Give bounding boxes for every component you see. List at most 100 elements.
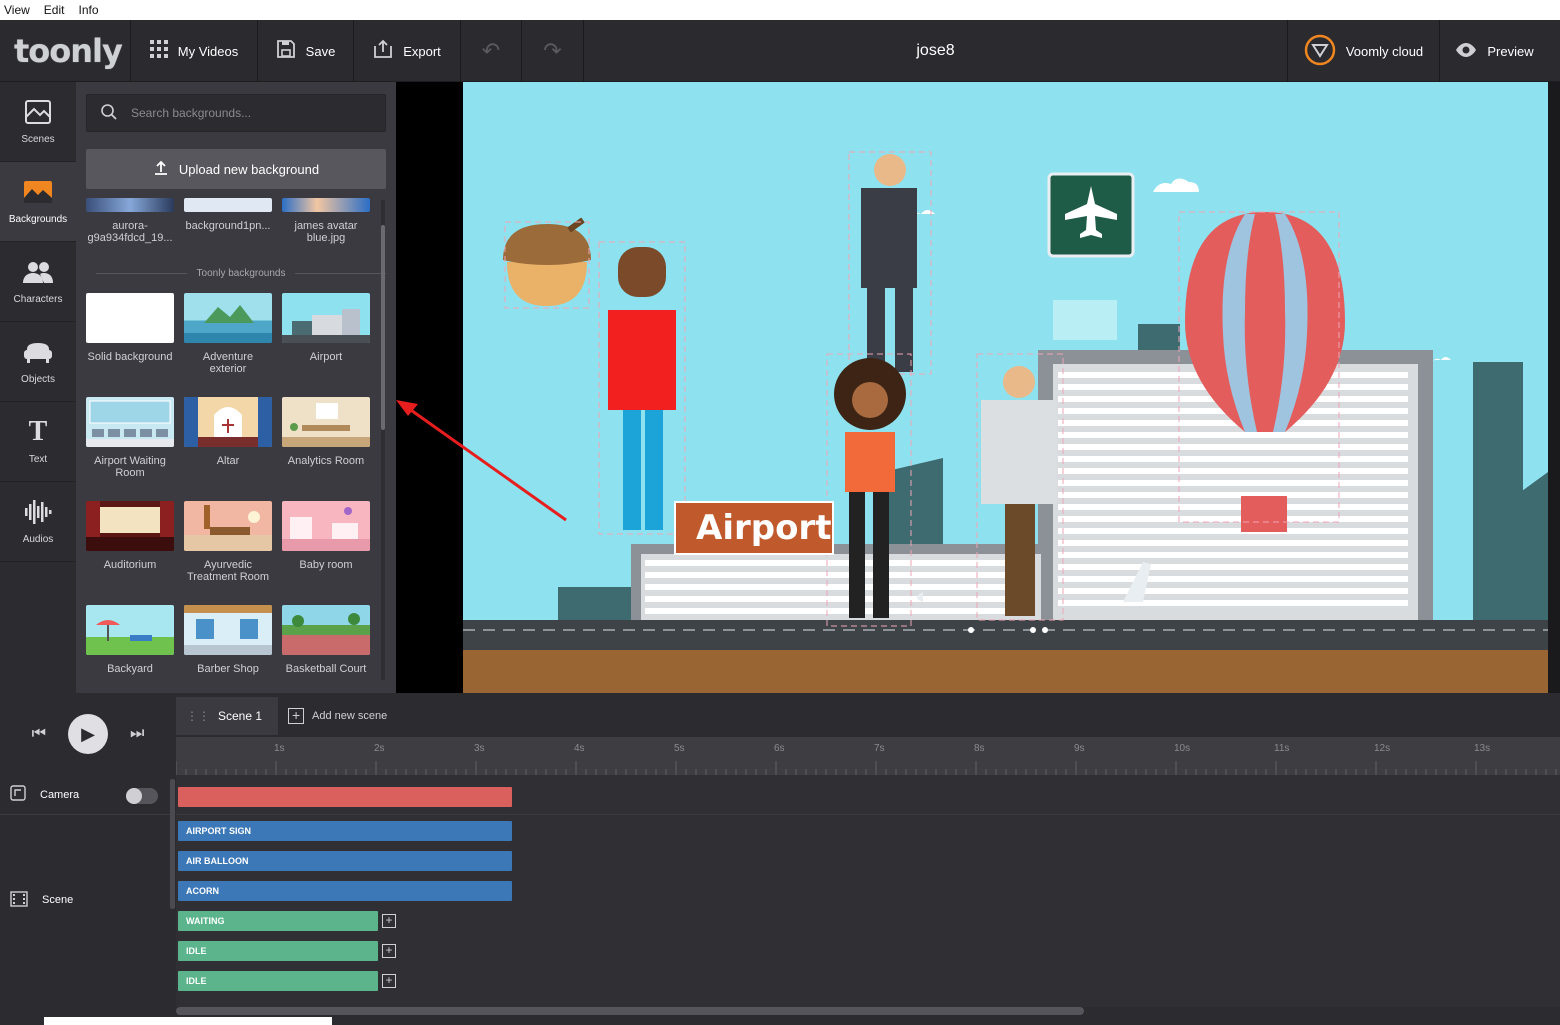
background-label: Altar xyxy=(216,455,240,467)
audios-icon xyxy=(23,498,53,526)
uploaded-item[interactable]: james avatar blue.jpg xyxy=(282,198,370,244)
project-title[interactable]: jose8 xyxy=(583,20,1287,82)
background-label: Basketball Court xyxy=(285,663,367,675)
camera-toggle[interactable] xyxy=(126,788,158,804)
film-icon xyxy=(10,890,28,910)
track-clip[interactable]: AIR BALLOON xyxy=(178,851,512,871)
background-item[interactable]: Baby room xyxy=(282,501,370,571)
uploaded-item[interactable]: aurora- g9a934fdcd_19... xyxy=(86,198,174,244)
background-item[interactable]: Ayurvedic Treatment Room xyxy=(184,501,272,583)
search-icon xyxy=(101,103,117,123)
background-item[interactable]: Adventure exterior xyxy=(184,293,272,375)
track-clip[interactable]: WAITING xyxy=(178,911,378,931)
track-clip[interactable]: AIRPORT SIGN xyxy=(178,821,512,841)
search-backgrounds[interactable]: Search backgrounds... xyxy=(86,94,386,132)
background-label: Solid background xyxy=(87,351,173,363)
sidebar-item-backgrounds[interactable]: Backgrounds xyxy=(0,162,76,242)
preview-button[interactable]: Preview xyxy=(1439,20,1549,82)
background-label: Backyard xyxy=(107,663,153,675)
background-item[interactable]: Airport Waiting Room xyxy=(86,397,174,479)
voomly-cloud-button[interactable]: Voomly cloud xyxy=(1287,20,1439,82)
sidebar-item-audios[interactable]: Audios xyxy=(0,482,76,562)
time-ruler[interactable]: 1s 2s 3s 4s 5s 6s 7s 8s 9s 10s 11s 12s 13s xyxy=(176,737,1560,775)
background-item[interactable]: Auditorium xyxy=(86,501,174,571)
add-scene-label: Add new scene xyxy=(312,710,388,722)
sidebar-label-objects: Objects xyxy=(21,374,55,385)
timeline-scrollbar[interactable] xyxy=(176,1007,1084,1015)
background-item[interactable]: Airport xyxy=(282,293,370,363)
camera-label: Camera xyxy=(40,788,80,801)
track-clip[interactable]: ACORN xyxy=(178,881,512,901)
sidebar-item-scenes[interactable]: Scenes xyxy=(0,82,76,162)
scene-canvas[interactable]: Airport xyxy=(463,82,1548,693)
background-label: Auditorium xyxy=(103,559,157,571)
track-labels: Camera Scene xyxy=(0,775,170,985)
background-label: Analytics Room xyxy=(287,455,365,467)
skip-forward-icon[interactable]: ⏭ xyxy=(130,725,144,743)
panel-scrollbar-thumb[interactable] xyxy=(381,225,385,430)
scene-illustration xyxy=(463,151,1548,693)
sidebar-item-objects[interactable]: Objects xyxy=(0,322,76,402)
background-item[interactable]: Analytics Room xyxy=(282,397,370,467)
play-button[interactable]: ▶ xyxy=(68,714,108,754)
sidebar-label-characters: Characters xyxy=(13,294,63,305)
track-clip[interactable]: IDLE xyxy=(178,971,378,991)
scene-track-label: Scene xyxy=(0,815,170,985)
undo-icon: ↶ xyxy=(481,38,501,63)
ruler-tick-label: 5s xyxy=(674,743,685,754)
background-thumb xyxy=(86,605,174,655)
add-scene-button[interactable]: + Add new scene xyxy=(278,697,403,735)
redo-icon: ↷ xyxy=(543,38,562,63)
menu-view[interactable]: View xyxy=(4,3,30,17)
airport-sign-text[interactable]: Airport xyxy=(696,508,831,548)
my-videos-button[interactable]: My Videos xyxy=(130,20,257,82)
redo-button[interactable]: ↷ xyxy=(521,20,583,82)
background-thumb xyxy=(184,397,272,447)
tab-scene-1[interactable]: ⋮⋮ Scene 1 xyxy=(176,697,279,735)
export-button[interactable]: Export xyxy=(353,20,460,82)
sidebar-item-characters[interactable]: Characters xyxy=(0,242,76,322)
panel-scrollbar[interactable] xyxy=(381,200,385,680)
canvas-scrollbar[interactable] xyxy=(1548,82,1560,693)
camera-clip[interactable] xyxy=(178,787,512,807)
menu-bar: View Edit Info xyxy=(0,0,1560,20)
background-item[interactable]: Barber Shop xyxy=(184,605,272,675)
add-icon: + xyxy=(288,708,305,724)
sidebar-label-text: Text xyxy=(28,454,48,465)
background-item[interactable]: Basketball Court xyxy=(282,605,370,675)
background-item[interactable]: Solid background xyxy=(86,293,174,363)
background-label: Barber Shop xyxy=(197,663,259,675)
search-input[interactable]: Search backgrounds... xyxy=(131,106,251,120)
save-label: Save xyxy=(305,43,336,59)
camera-track-label: Camera xyxy=(0,775,170,815)
menu-edit[interactable]: Edit xyxy=(44,3,65,17)
add-action-icon[interactable]: + xyxy=(382,944,396,958)
background-thumb xyxy=(86,293,174,343)
add-action-icon[interactable]: + xyxy=(382,974,396,988)
menu-info[interactable]: Info xyxy=(78,3,98,17)
background-item[interactable]: Altar xyxy=(184,397,272,467)
background-thumb xyxy=(184,293,272,343)
drag-handle-icon[interactable]: ⋮⋮ xyxy=(186,709,210,723)
acorn-icon xyxy=(503,217,591,309)
track-divider[interactable] xyxy=(170,779,175,909)
background-thumb xyxy=(86,501,174,551)
taskbar-fragment xyxy=(44,1017,332,1025)
background-thumb xyxy=(282,501,370,551)
add-action-icon[interactable]: + xyxy=(382,914,396,928)
objects-icon xyxy=(23,338,53,366)
sidebar-item-text[interactable]: T Text xyxy=(0,402,76,482)
track-clip[interactable]: IDLE xyxy=(178,941,378,961)
scene-tabs: ⋮⋮ Scene 1 + Add new scene xyxy=(176,697,403,735)
undo-button[interactable]: ↶ xyxy=(460,20,521,82)
background-item[interactable]: Backyard xyxy=(86,605,174,675)
uploaded-item[interactable]: background1pn... xyxy=(184,198,272,232)
background-label: Airport Waiting Room xyxy=(94,455,166,479)
background-thumb xyxy=(184,605,272,655)
skip-back-icon[interactable]: ⏮ xyxy=(32,725,46,743)
toonly-logo: toonly xyxy=(14,32,123,70)
ruler-tick-label: 12s xyxy=(1374,743,1391,754)
my-videos-label: My Videos xyxy=(177,43,239,59)
upload-background-button[interactable]: Upload new background xyxy=(86,149,386,189)
save-button[interactable]: Save xyxy=(257,20,353,82)
